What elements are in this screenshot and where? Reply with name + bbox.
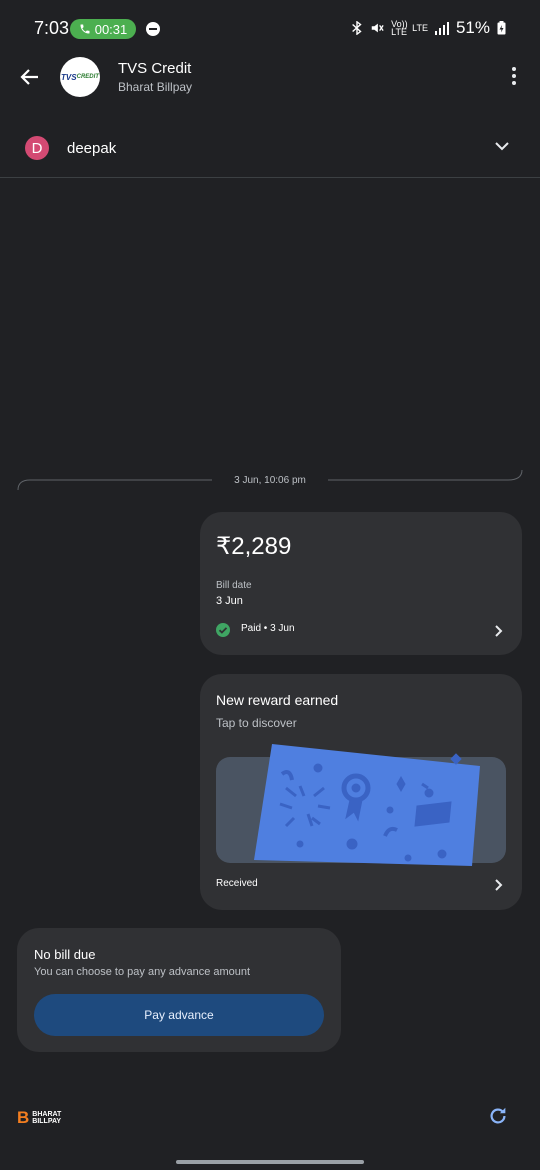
- logo-line-2: BILLPAY: [32, 1118, 62, 1125]
- battery-charging-icon: [497, 21, 506, 35]
- chevron-right-icon[interactable]: [491, 624, 505, 638]
- phone-icon: [80, 24, 90, 34]
- pay-advance-button[interactable]: Pay advance: [34, 994, 324, 1036]
- mute-icon: [371, 23, 384, 33]
- volte-indicator: Vo)) LTE: [391, 19, 408, 37]
- logo-text: TVS: [61, 72, 77, 82]
- biller-name: TVS Credit: [118, 60, 192, 77]
- battery-percent: 51%: [455, 18, 490, 37]
- status-time: 7:03: [34, 18, 70, 38]
- check-circle-icon: [216, 623, 230, 637]
- more-options-icon[interactable]: [508, 67, 520, 89]
- do-not-disturb-icon: [146, 22, 160, 36]
- reward-subtitle: Tap to discover: [216, 716, 297, 730]
- message-timestamp: 3 Jun, 10:06 pm: [234, 475, 306, 486]
- payment-status: Paid • 3 Jun: [241, 623, 295, 634]
- reward-title: New reward earned: [216, 692, 339, 708]
- signal-icon: [434, 21, 449, 35]
- lte-indicator: LTE: [412, 23, 428, 33]
- ongoing-call-pill[interactable]: 00:31: [70, 19, 136, 39]
- chevron-right-icon[interactable]: [491, 878, 505, 892]
- due-title: No bill due: [34, 947, 96, 962]
- home-indicator[interactable]: [176, 1160, 364, 1164]
- biller-category: Bharat Billpay: [118, 80, 193, 94]
- logo-subtext: CREDIT: [76, 74, 99, 80]
- logo-line-1: BHARAT: [32, 1111, 62, 1118]
- scratch-card-icon[interactable]: [252, 744, 482, 866]
- refresh-icon[interactable]: [487, 1105, 509, 1127]
- due-subtitle: You can choose to pay any advance amount: [34, 966, 251, 978]
- chevron-down-icon[interactable]: [494, 138, 510, 154]
- bharat-billpay-text: BHARAT BILLPAY: [32, 1111, 61, 1125]
- status-icons: Vo)) LTE LTE 51%: [351, 18, 506, 38]
- reward-card[interactable]: New reward earned Tap to discover Receiv…: [200, 674, 522, 910]
- account-name[interactable]: deepak: [67, 140, 116, 157]
- bill-paid-card[interactable]: ₹2,289 Bill date 3 Jun Paid • 3 Jun: [200, 512, 522, 655]
- call-timer: 00:31: [94, 21, 128, 37]
- reward-status: Received: [216, 878, 258, 889]
- biller-logo: TVS CREDIT: [60, 57, 100, 97]
- bill-amount: ₹2,289: [216, 533, 292, 560]
- avatar: D: [25, 136, 49, 160]
- back-arrow-icon[interactable]: [18, 65, 42, 89]
- bill-date-value: 3 Jun: [216, 595, 243, 607]
- bharat-billpay-b-icon: B: [17, 1108, 30, 1127]
- divider: [0, 177, 540, 178]
- bill-date-label: Bill date: [216, 580, 252, 591]
- no-bill-due-card: No bill due You can choose to pay any ad…: [17, 928, 341, 1052]
- bharat-billpay-logo: B BHARAT BILLPAY: [17, 1108, 61, 1128]
- bluetooth-icon: [352, 21, 362, 35]
